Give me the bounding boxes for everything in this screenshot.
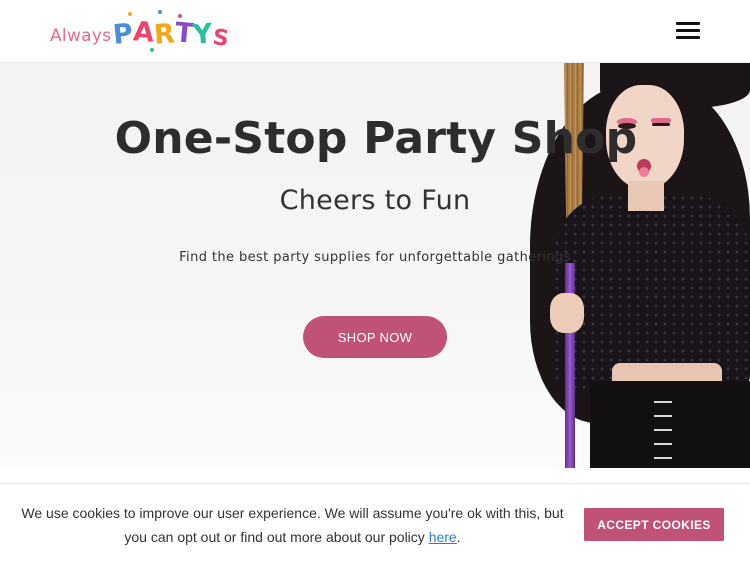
cookie-policy-link[interactable]: here (429, 529, 457, 545)
logo-party-text: P A R T Y S (111, 16, 231, 52)
always-party-logo[interactable]: Always P A R T Y S (50, 10, 231, 54)
accept-cookies-button[interactable]: ACCEPT COOKIES (584, 508, 724, 541)
confetti-dot (150, 48, 154, 52)
hero-description: Find the best party supplies for unforge… (179, 250, 571, 265)
logo-always-text: Always (50, 26, 112, 46)
hero-title: One-Stop Party Shop (114, 113, 638, 164)
hamburger-menu-icon[interactable] (676, 20, 702, 42)
hero-banner: One-Stop Party Shop Cheers to Fun Find t… (0, 63, 750, 468)
confetti-dot (128, 12, 132, 16)
confetti-dot (158, 10, 162, 14)
shop-now-button[interactable]: SHOP NOW (303, 316, 447, 358)
site-header: Always P A R T Y S (0, 0, 750, 63)
cookie-consent-bar: We use cookies to improve our user exper… (0, 483, 750, 563)
cookie-message: We use cookies to improve our user exper… (21, 505, 564, 545)
hero-subtitle: Cheers to Fun (279, 185, 471, 216)
confetti-dot (178, 14, 182, 18)
